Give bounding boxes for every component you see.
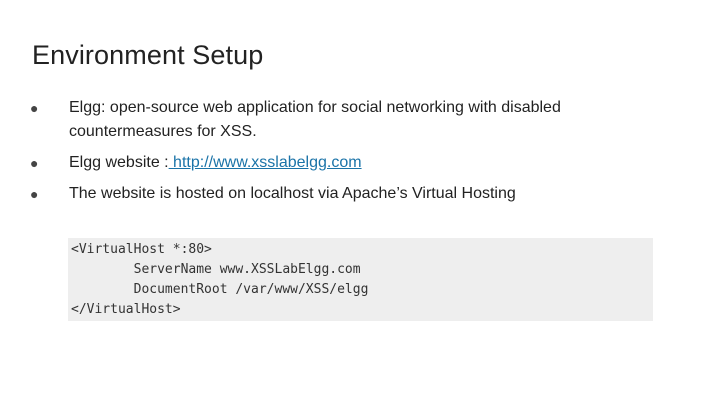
bullet-item: ● Elgg: open-source web application for …	[30, 96, 650, 144]
bullet-item: ● The website is hosted on localhost via…	[30, 182, 650, 206]
elgg-website-link[interactable]: http://www.xsslabelgg.com	[169, 154, 362, 171]
bullet-list: ● Elgg: open-source web application for …	[30, 96, 650, 213]
bullet-dot-icon: ●	[30, 186, 39, 202]
code-line: DocumentRoot /var/www/XSS/elgg	[71, 282, 369, 297]
slide-title: Environment Setup	[32, 40, 264, 70]
slide: Environment Setup ● Elgg: open-source we…	[0, 0, 720, 405]
code-line: </VirtualHost>	[71, 302, 181, 317]
virtualhost-code-block: <VirtualHost *:80> ServerName www.XSSLab…	[68, 238, 653, 321]
bullet-text: Elgg: open-source web application for so…	[69, 99, 561, 140]
code-line: ServerName www.XSSLabElgg.com	[71, 262, 361, 277]
code-line: <VirtualHost *:80>	[71, 242, 212, 257]
bullet-dot-icon: ●	[30, 100, 39, 116]
bullet-text: The website is hosted on localhost via A…	[69, 185, 516, 202]
bullet-dot-icon: ●	[30, 155, 39, 171]
bullet-text: Elgg website :	[69, 154, 169, 171]
bullet-item: ● Elgg website : http://www.xsslabelgg.c…	[30, 151, 650, 175]
